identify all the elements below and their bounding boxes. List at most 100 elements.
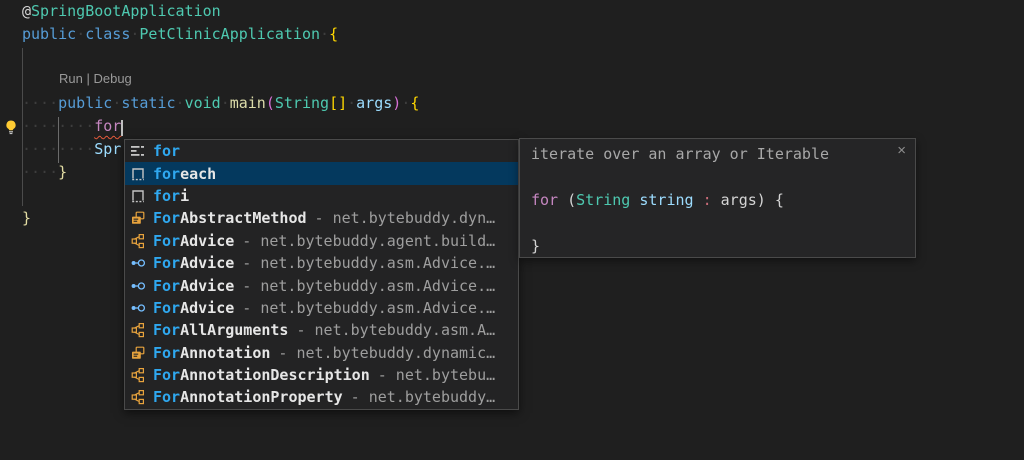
suggestion-item[interactable]: ForAnnotationDescription - net.bytebu… xyxy=(125,364,518,386)
code-token: ········ xyxy=(22,117,94,135)
code-token: · xyxy=(347,94,356,112)
code-token: @ xyxy=(22,2,31,20)
code-line: ····} xyxy=(22,163,67,186)
suggestion-detail: - net.bytebuddy.dyn… xyxy=(315,209,496,227)
suggestion-item[interactable]: ForAnnotationProperty - net.bytebuddy… xyxy=(125,386,518,408)
code-token: public xyxy=(22,25,76,43)
suggestion-detail: - net.bytebuddy.asm.Advice.… xyxy=(242,254,495,272)
code-token: · xyxy=(176,94,185,112)
enum-member-icon xyxy=(130,278,146,294)
text-cursor xyxy=(121,120,123,136)
code-editor[interactable]: @SpringBootApplicationpublic·class·PetCl… xyxy=(0,0,1024,460)
code-token: main xyxy=(230,94,266,112)
code-token: public xyxy=(58,94,112,112)
suggestion-detail: - net.bytebu… xyxy=(378,366,495,384)
code-token: void xyxy=(185,94,221,112)
doc-code-preview: for (String string : args) { } xyxy=(531,166,889,258)
doc-code-line: for (String string : args) { xyxy=(531,189,889,212)
suggestion-item[interactable]: for xyxy=(125,140,518,162)
suggestion-item[interactable]: ForAdvice - net.bytebuddy.agent.build… xyxy=(125,230,518,252)
suggestion-item[interactable]: foreach xyxy=(125,162,518,184)
close-icon[interactable]: × xyxy=(897,143,906,159)
doc-description: iterate over an array or Iterable xyxy=(531,143,889,166)
doc-code-line: } xyxy=(531,235,889,258)
suggestion-label: ForAdvice xyxy=(153,254,234,272)
suggestion-label: ForAdvice xyxy=(153,232,234,250)
code-token: · xyxy=(320,25,329,43)
codelens-run-link[interactable]: Run xyxy=(59,71,83,86)
enum-icon xyxy=(130,389,146,405)
code-token: } xyxy=(58,163,67,181)
codelens-line: Run | Debug xyxy=(59,71,132,94)
suggestion-label: ForAnnotationDescription xyxy=(153,366,370,384)
enum-member-icon xyxy=(130,255,146,271)
suggestion-label: foreach xyxy=(153,165,216,183)
code-line: ········Spr xyxy=(22,140,121,163)
code-token: Spr xyxy=(94,140,121,158)
code-token: ···· xyxy=(22,163,58,181)
enum-icon xyxy=(130,233,146,249)
codelens-separator: | xyxy=(83,71,94,86)
enum-icon xyxy=(130,322,146,338)
code-token: PetClinicApplication xyxy=(139,25,320,43)
suggest-widget: for foreach fori ForAbstractMethod - net.byt… xyxy=(124,139,519,410)
suggestion-detail: - net.bytebuddy.agent.build… xyxy=(242,232,495,250)
code-token: { xyxy=(329,25,338,43)
code-line: ········for xyxy=(22,117,121,140)
code-token: ) xyxy=(392,94,401,112)
code-line: ····public·static·void·main(String[]·arg… xyxy=(22,94,419,117)
suggestion-item[interactable]: ForAdvice - net.bytebuddy.asm.Advice.… xyxy=(125,297,518,319)
suggestion-label: fori xyxy=(153,187,189,205)
code-line: } xyxy=(22,209,31,232)
suggestion-item[interactable]: ForAbstractMethod - net.bytebuddy.dyn… xyxy=(125,207,518,229)
code-token: class xyxy=(85,25,130,43)
code-token: ( xyxy=(266,94,275,112)
code-token: { xyxy=(410,94,419,112)
doc-code-line xyxy=(531,166,889,189)
suggestion-label: ForAbstractMethod xyxy=(153,209,307,227)
code-token: SpringBootApplication xyxy=(31,2,221,20)
code-line: public·class·PetClinicApplication·{ xyxy=(22,25,338,48)
code-token: String xyxy=(275,94,329,112)
code-token: · xyxy=(401,94,410,112)
lightbulb-icon[interactable] xyxy=(3,119,19,135)
suggestion-item[interactable]: ForAdvice - net.bytebuddy.asm.Advice.… xyxy=(125,274,518,296)
codelens-debug-link[interactable]: Debug xyxy=(93,71,131,86)
code-token: · xyxy=(221,94,230,112)
suggestion-detail: - net.bytebuddy.asm.Advice.… xyxy=(242,299,495,317)
snippet-icon xyxy=(130,166,146,182)
code-token: args xyxy=(356,94,392,112)
code-token: for xyxy=(94,117,121,135)
enum-member-icon xyxy=(130,300,146,316)
suggestion-item[interactable]: ForAnnotation - net.bytebuddy.dynamic… xyxy=(125,342,518,364)
enum-icon xyxy=(130,367,146,383)
code-token: [] xyxy=(329,94,347,112)
class-icon xyxy=(130,345,146,361)
suggestion-detail: - net.bytebuddy.asm.Advice.… xyxy=(242,277,495,295)
code-token: · xyxy=(112,94,121,112)
code-token: ········ xyxy=(22,140,94,158)
suggestion-detail: - net.bytebuddy.asm.A… xyxy=(296,321,495,339)
suggestion-label: ForAllArguments xyxy=(153,321,288,339)
suggestion-item[interactable]: ForAllArguments - net.bytebuddy.asm.A… xyxy=(125,319,518,341)
suggest-list: for foreach fori ForAbstractMethod - net.byt… xyxy=(125,140,518,409)
snippet-icon xyxy=(130,188,146,204)
suggestion-label: ForAnnotationProperty xyxy=(153,388,343,406)
code-token: static xyxy=(121,94,175,112)
keyword-icon xyxy=(130,143,146,159)
code-token: } xyxy=(22,209,31,227)
suggestion-label: ForAdvice xyxy=(153,299,234,317)
suggestion-item[interactable]: fori xyxy=(125,185,518,207)
suggestion-label: ForAdvice xyxy=(153,277,234,295)
doc-code-line xyxy=(531,212,889,235)
suggestion-label: ForAnnotation xyxy=(153,344,270,362)
class-icon xyxy=(130,210,146,226)
code-token: · xyxy=(76,25,85,43)
code-token: ···· xyxy=(22,94,58,112)
suggestion-item[interactable]: ForAdvice - net.bytebuddy.asm.Advice.… xyxy=(125,252,518,274)
suggestion-label: for xyxy=(153,142,180,160)
suggestion-detail: - net.bytebuddy.dynamic… xyxy=(278,344,495,362)
code-line: @SpringBootApplication xyxy=(22,2,221,25)
suggestion-docs-panel: iterate over an array or Iterable for (S… xyxy=(519,138,916,258)
suggestion-detail: - net.bytebuddy… xyxy=(351,388,496,406)
